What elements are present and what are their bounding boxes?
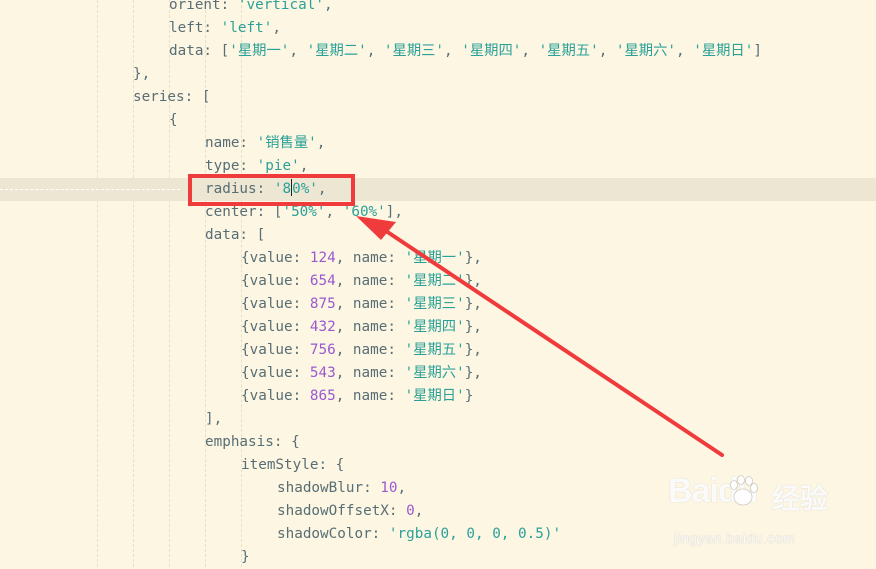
- arrow-shaft: [384, 229, 724, 457]
- paw-icon: [730, 475, 758, 506]
- watermark-product: 经验: [772, 483, 829, 514]
- watermark: Baidu 经验 jingyan.baidu.com: [668, 472, 876, 567]
- arrow-head: [356, 216, 396, 240]
- watermark-url: jingyan.baidu.com: [674, 530, 796, 546]
